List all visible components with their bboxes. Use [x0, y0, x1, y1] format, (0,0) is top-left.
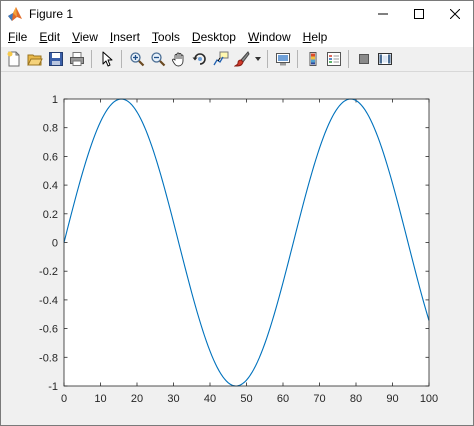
insert-colorbar-button[interactable] — [304, 50, 322, 68]
sine-plot[interactable]: 0 10 20 30 40 50 60 70 80 90 100 -1-0.8-0.6-0.4-0.… — [1, 72, 473, 425]
x-tick-label: 50 — [240, 393, 252, 405]
link-plot-button[interactable] — [274, 50, 292, 68]
zoom-in-icon — [129, 52, 144, 67]
window-title: Figure 1 — [29, 7, 74, 21]
y-tick-labels: -1 -0.8 -0.6 -0.4 -0.2 0 0.2 0.4 0.6 0.8 1 — [39, 94, 58, 393]
show-plot-tools-icon — [377, 53, 392, 65]
y-tick-label: -0.6 — [39, 324, 58, 336]
legend-icon — [326, 52, 341, 66]
x-tick-label: 60 — [277, 393, 289, 405]
pan-hand-icon — [171, 52, 183, 67]
menu-file-label: ile — [15, 30, 28, 44]
matlab-app-icon — [8, 7, 22, 21]
y-tick-label: 0.6 — [43, 151, 58, 163]
hide-plot-tools-icon — [358, 54, 369, 64]
menu-edit[interactable]: Edit — [33, 27, 66, 47]
y-tick-label: 0.8 — [43, 123, 58, 135]
data-cursor-button[interactable] — [212, 50, 230, 68]
save-button[interactable] — [47, 50, 65, 68]
y-tick-label: -0.4 — [39, 295, 58, 307]
link-plot-icon — [275, 53, 290, 66]
menu-tools[interactable]: Tools — [146, 27, 186, 47]
menu-desktop[interactable]: Desktop — [186, 27, 242, 47]
close-button[interactable] — [437, 1, 473, 27]
brush-icon — [233, 51, 250, 67]
edit-plot-button[interactable] — [98, 50, 116, 68]
y-tick-label: -1 — [48, 381, 58, 393]
menu-desktop-label: esktop — [200, 30, 236, 44]
insert-legend-button[interactable] — [325, 50, 343, 68]
figure-window: Figure 1 File Edit View Insert Tools Des… — [0, 0, 474, 426]
data-cursor-icon — [212, 51, 228, 66]
menu-window[interactable]: Window — [242, 27, 297, 47]
zoom-out-button[interactable] — [149, 50, 167, 68]
y-tick-label: 0 — [52, 238, 58, 250]
toolbar-separator — [121, 50, 122, 68]
x-tick-label: 10 — [94, 393, 106, 405]
axes-background — [64, 99, 429, 386]
x-tick-label: 20 — [131, 393, 143, 405]
menu-bar: File Edit View Insert Tools Desktop Wind… — [1, 27, 473, 47]
x-tick-label: 90 — [386, 393, 398, 405]
menu-insert-label: nsert — [113, 30, 140, 44]
y-tick-label: -0.8 — [39, 352, 58, 364]
menu-window-mnemonic: W — [247, 30, 260, 44]
open-file-button[interactable] — [26, 50, 44, 68]
menu-help-mnemonic: H — [302, 30, 312, 44]
zoom-out-icon — [150, 52, 165, 67]
y-tick-label: -0.2 — [39, 266, 58, 278]
edit-plot-arrow-icon — [102, 51, 112, 67]
open-file-icon — [26, 54, 43, 66]
y-tick-label: 0.2 — [43, 209, 58, 221]
brush-dropdown-button[interactable] — [254, 50, 262, 68]
menu-file[interactable]: File — [1, 27, 33, 47]
brush-button[interactable] — [233, 50, 251, 68]
new-figure-button[interactable] — [5, 50, 23, 68]
menu-desktop-mnemonic: D — [191, 30, 201, 44]
close-icon — [450, 9, 460, 19]
minimize-icon — [378, 13, 388, 15]
save-icon — [48, 52, 63, 66]
menu-view-mnemonic: V — [72, 30, 80, 44]
brush-dropdown-icon — [254, 57, 261, 61]
toolbar-separator — [348, 50, 349, 68]
minimize-button[interactable] — [365, 1, 401, 27]
colorbar-icon — [309, 52, 316, 66]
menu-help-label: elp — [311, 30, 328, 44]
x-tick-label: 70 — [313, 393, 325, 405]
new-figure-icon — [7, 51, 19, 67]
figure-canvas: 0 10 20 30 40 50 60 70 80 90 100 -1 -0.8 -0.6 -0.4 -0.… — [1, 72, 473, 425]
menu-tools-label: ools — [157, 30, 180, 44]
print-button[interactable] — [68, 50, 86, 68]
x-tick-label: 80 — [350, 393, 362, 405]
toolbar-separator — [267, 50, 268, 68]
x-tick-label: 40 — [204, 393, 216, 405]
menu-view[interactable]: View — [66, 27, 104, 47]
menu-view-label: iew — [79, 30, 98, 44]
menu-edit-label: dit — [47, 30, 61, 44]
pan-button[interactable] — [170, 50, 188, 68]
y-tick-label: 0.4 — [43, 180, 58, 192]
rotate-3d-button[interactable] — [191, 50, 209, 68]
menu-window-label: indow — [259, 30, 291, 44]
maximize-button[interactable] — [401, 1, 437, 27]
toolbar-separator — [297, 50, 298, 68]
rotate-3d-icon — [192, 53, 206, 65]
print-icon — [69, 52, 84, 66]
menu-help[interactable]: Help — [297, 27, 334, 47]
hide-plot-tools-button[interactable] — [355, 50, 373, 68]
y-tick-label: 1 — [52, 94, 58, 106]
toolbar-separator — [91, 50, 92, 68]
title-bar[interactable]: Figure 1 — [1, 1, 473, 27]
x-tick-label: 0 — [61, 393, 67, 405]
menu-insert[interactable]: Insert — [104, 27, 146, 47]
figure-toolbar — [1, 47, 473, 72]
x-tick-labels: 0 10 20 30 40 50 60 70 80 90 100 — [61, 393, 438, 405]
x-tick-label: 30 — [167, 393, 179, 405]
maximize-icon — [414, 9, 424, 19]
window-controls — [365, 1, 473, 27]
show-plot-tools-button[interactable] — [376, 50, 394, 68]
x-tick-label: 100 — [420, 393, 438, 405]
zoom-in-button[interactable] — [128, 50, 146, 68]
